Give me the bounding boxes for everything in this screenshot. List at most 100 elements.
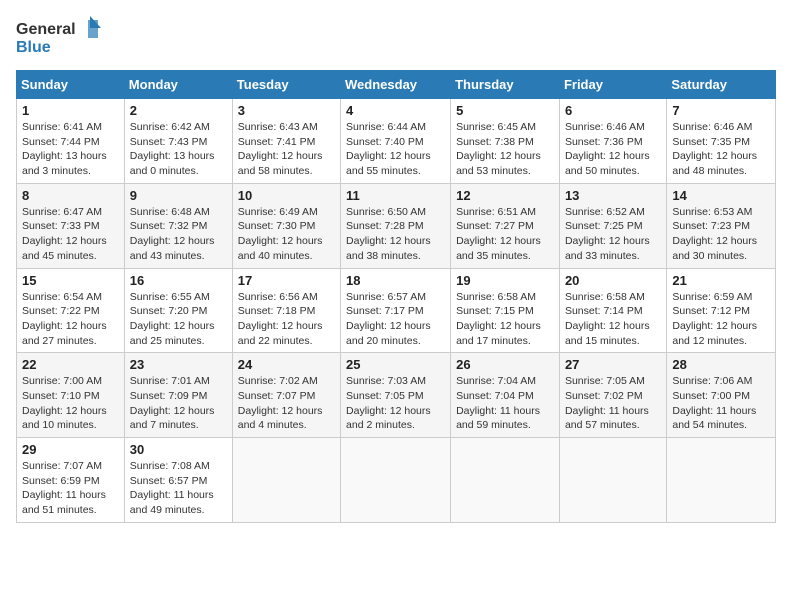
day-info: Sunrise: 6:46 AM Sunset: 7:35 PM Dayligh… [672, 120, 770, 179]
day-number: 28 [672, 357, 770, 372]
day-info: Sunrise: 6:57 AM Sunset: 7:17 PM Dayligh… [346, 290, 445, 349]
day-number: 17 [238, 273, 335, 288]
day-number: 10 [238, 188, 335, 203]
calendar-cell: 13 Sunrise: 6:52 AM Sunset: 7:25 PM Dayl… [559, 183, 666, 268]
day-number: 5 [456, 103, 554, 118]
day-number: 20 [565, 273, 661, 288]
calendar-cell: 19 Sunrise: 6:58 AM Sunset: 7:15 PM Dayl… [451, 268, 560, 353]
day-number: 12 [456, 188, 554, 203]
day-info: Sunrise: 6:51 AM Sunset: 7:27 PM Dayligh… [456, 205, 554, 264]
calendar-cell: 4 Sunrise: 6:44 AM Sunset: 7:40 PM Dayli… [341, 99, 451, 184]
calendar-week-row: 29 Sunrise: 7:07 AM Sunset: 6:59 PM Dayl… [17, 438, 776, 523]
calendar-cell: 12 Sunrise: 6:51 AM Sunset: 7:27 PM Dayl… [451, 183, 560, 268]
day-info: Sunrise: 7:00 AM Sunset: 7:10 PM Dayligh… [22, 374, 119, 433]
day-number: 22 [22, 357, 119, 372]
calendar-cell: 11 Sunrise: 6:50 AM Sunset: 7:28 PM Dayl… [341, 183, 451, 268]
day-info: Sunrise: 6:41 AM Sunset: 7:44 PM Dayligh… [22, 120, 119, 179]
calendar-cell: 9 Sunrise: 6:48 AM Sunset: 7:32 PM Dayli… [124, 183, 232, 268]
day-number: 11 [346, 188, 445, 203]
day-info: Sunrise: 6:48 AM Sunset: 7:32 PM Dayligh… [130, 205, 227, 264]
calendar-cell: 24 Sunrise: 7:02 AM Sunset: 7:07 PM Dayl… [232, 353, 340, 438]
weekday-header-monday: Monday [124, 71, 232, 99]
day-info: Sunrise: 7:08 AM Sunset: 6:57 PM Dayligh… [130, 459, 227, 518]
calendar-cell: 1 Sunrise: 6:41 AM Sunset: 7:44 PM Dayli… [17, 99, 125, 184]
day-info: Sunrise: 7:06 AM Sunset: 7:00 PM Dayligh… [672, 374, 770, 433]
calendar-cell: 26 Sunrise: 7:04 AM Sunset: 7:04 PM Dayl… [451, 353, 560, 438]
calendar-week-row: 22 Sunrise: 7:00 AM Sunset: 7:10 PM Dayl… [17, 353, 776, 438]
day-info: Sunrise: 7:01 AM Sunset: 7:09 PM Dayligh… [130, 374, 227, 433]
calendar-week-row: 15 Sunrise: 6:54 AM Sunset: 7:22 PM Dayl… [17, 268, 776, 353]
day-number: 18 [346, 273, 445, 288]
weekday-header-saturday: Saturday [667, 71, 776, 99]
calendar-cell: 14 Sunrise: 6:53 AM Sunset: 7:23 PM Dayl… [667, 183, 776, 268]
svg-text:Blue: Blue [16, 39, 51, 56]
day-info: Sunrise: 6:44 AM Sunset: 7:40 PM Dayligh… [346, 120, 445, 179]
day-info: Sunrise: 6:58 AM Sunset: 7:14 PM Dayligh… [565, 290, 661, 349]
svg-text:General: General [16, 21, 76, 38]
weekday-header-friday: Friday [559, 71, 666, 99]
day-info: Sunrise: 6:53 AM Sunset: 7:23 PM Dayligh… [672, 205, 770, 264]
day-number: 3 [238, 103, 335, 118]
day-number: 23 [130, 357, 227, 372]
calendar-cell [232, 438, 340, 523]
calendar-cell: 3 Sunrise: 6:43 AM Sunset: 7:41 PM Dayli… [232, 99, 340, 184]
weekday-header-thursday: Thursday [451, 71, 560, 99]
day-number: 1 [22, 103, 119, 118]
day-number: 2 [130, 103, 227, 118]
calendar-cell: 7 Sunrise: 6:46 AM Sunset: 7:35 PM Dayli… [667, 99, 776, 184]
day-number: 13 [565, 188, 661, 203]
calendar-cell [451, 438, 560, 523]
calendar-cell: 22 Sunrise: 7:00 AM Sunset: 7:10 PM Dayl… [17, 353, 125, 438]
day-info: Sunrise: 7:02 AM Sunset: 7:07 PM Dayligh… [238, 374, 335, 433]
day-number: 25 [346, 357, 445, 372]
day-info: Sunrise: 6:55 AM Sunset: 7:20 PM Dayligh… [130, 290, 227, 349]
day-info: Sunrise: 6:59 AM Sunset: 7:12 PM Dayligh… [672, 290, 770, 349]
day-number: 14 [672, 188, 770, 203]
calendar-cell: 16 Sunrise: 6:55 AM Sunset: 7:20 PM Dayl… [124, 268, 232, 353]
day-number: 9 [130, 188, 227, 203]
calendar-cell: 28 Sunrise: 7:06 AM Sunset: 7:00 PM Dayl… [667, 353, 776, 438]
day-info: Sunrise: 7:07 AM Sunset: 6:59 PM Dayligh… [22, 459, 119, 518]
weekday-header-wednesday: Wednesday [341, 71, 451, 99]
day-info: Sunrise: 6:47 AM Sunset: 7:33 PM Dayligh… [22, 205, 119, 264]
day-info: Sunrise: 6:45 AM Sunset: 7:38 PM Dayligh… [456, 120, 554, 179]
calendar-cell: 25 Sunrise: 7:03 AM Sunset: 7:05 PM Dayl… [341, 353, 451, 438]
calendar-table: SundayMondayTuesdayWednesdayThursdayFrid… [16, 70, 776, 523]
day-number: 4 [346, 103, 445, 118]
calendar-cell: 8 Sunrise: 6:47 AM Sunset: 7:33 PM Dayli… [17, 183, 125, 268]
calendar-cell [341, 438, 451, 523]
calendar-cell: 17 Sunrise: 6:56 AM Sunset: 7:18 PM Dayl… [232, 268, 340, 353]
weekday-header-sunday: Sunday [17, 71, 125, 99]
weekday-header-tuesday: Tuesday [232, 71, 340, 99]
day-number: 15 [22, 273, 119, 288]
calendar-cell: 5 Sunrise: 6:45 AM Sunset: 7:38 PM Dayli… [451, 99, 560, 184]
calendar-cell: 29 Sunrise: 7:07 AM Sunset: 6:59 PM Dayl… [17, 438, 125, 523]
weekday-header-row: SundayMondayTuesdayWednesdayThursdayFrid… [17, 71, 776, 99]
day-info: Sunrise: 6:54 AM Sunset: 7:22 PM Dayligh… [22, 290, 119, 349]
day-info: Sunrise: 6:43 AM Sunset: 7:41 PM Dayligh… [238, 120, 335, 179]
calendar-week-row: 8 Sunrise: 6:47 AM Sunset: 7:33 PM Dayli… [17, 183, 776, 268]
day-info: Sunrise: 6:42 AM Sunset: 7:43 PM Dayligh… [130, 120, 227, 179]
day-info: Sunrise: 6:52 AM Sunset: 7:25 PM Dayligh… [565, 205, 661, 264]
day-number: 29 [22, 442, 119, 457]
day-info: Sunrise: 7:03 AM Sunset: 7:05 PM Dayligh… [346, 374, 445, 433]
logo-svg: General Blue [16, 16, 106, 58]
calendar-cell: 6 Sunrise: 6:46 AM Sunset: 7:36 PM Dayli… [559, 99, 666, 184]
day-info: Sunrise: 7:05 AM Sunset: 7:02 PM Dayligh… [565, 374, 661, 433]
day-info: Sunrise: 7:04 AM Sunset: 7:04 PM Dayligh… [456, 374, 554, 433]
day-info: Sunrise: 6:56 AM Sunset: 7:18 PM Dayligh… [238, 290, 335, 349]
page-header: General Blue [16, 16, 776, 58]
day-number: 16 [130, 273, 227, 288]
day-number: 27 [565, 357, 661, 372]
day-number: 30 [130, 442, 227, 457]
calendar-cell: 15 Sunrise: 6:54 AM Sunset: 7:22 PM Dayl… [17, 268, 125, 353]
day-number: 19 [456, 273, 554, 288]
calendar-cell [667, 438, 776, 523]
calendar-cell: 2 Sunrise: 6:42 AM Sunset: 7:43 PM Dayli… [124, 99, 232, 184]
day-info: Sunrise: 6:50 AM Sunset: 7:28 PM Dayligh… [346, 205, 445, 264]
calendar-cell: 21 Sunrise: 6:59 AM Sunset: 7:12 PM Dayl… [667, 268, 776, 353]
day-info: Sunrise: 6:46 AM Sunset: 7:36 PM Dayligh… [565, 120, 661, 179]
logo: General Blue [16, 16, 106, 58]
day-number: 21 [672, 273, 770, 288]
day-number: 7 [672, 103, 770, 118]
